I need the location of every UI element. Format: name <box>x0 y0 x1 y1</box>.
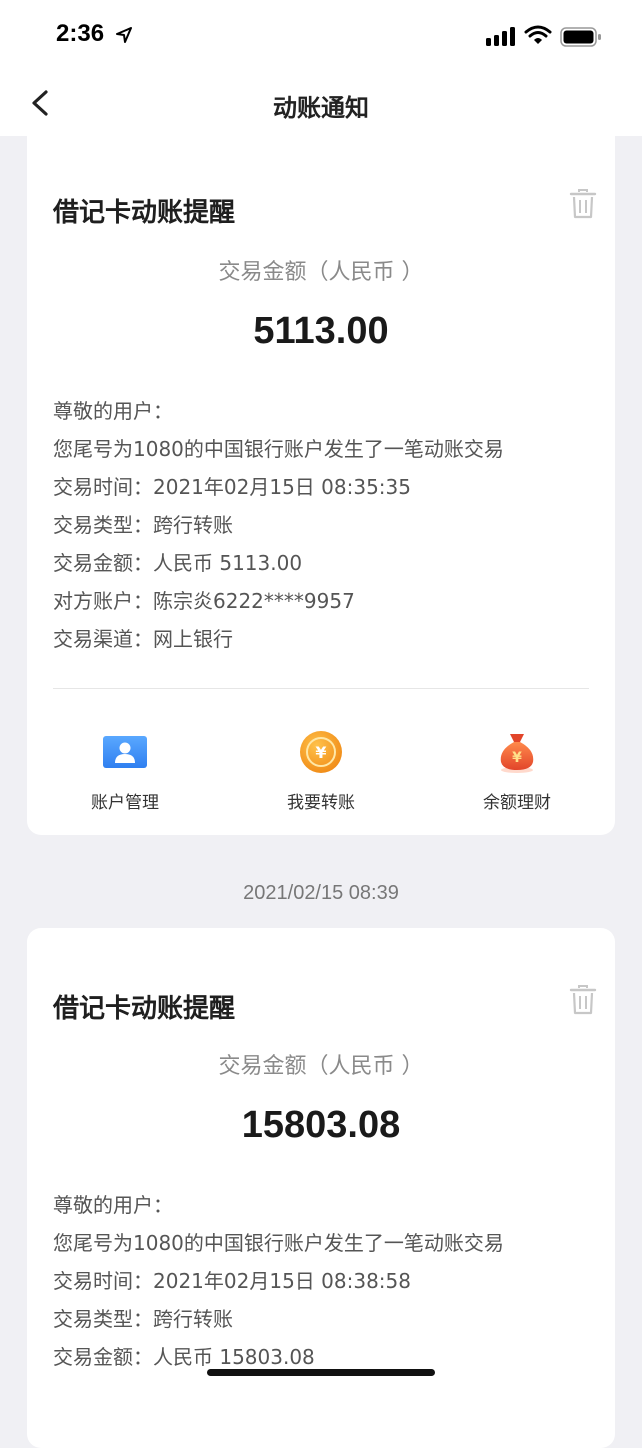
channel-line: 交易渠道：网上银行 <box>53 627 233 651</box>
transaction-time-line: 交易时间：2021年02月15日 08:38:58 <box>53 1269 411 1293</box>
action-label: 账户管理 <box>91 793 159 813</box>
amount-label: 交易金额（人民币 ） <box>218 260 424 285</box>
balance-wealth-button[interactable]: ¥ 余额理财 <box>419 720 615 820</box>
transaction-type-line: 交易类型：跨行转账 <box>53 1307 233 1331</box>
account-management-button[interactable]: 账户管理 <box>27 720 223 820</box>
transfer-coin-icon: ¥ <box>300 731 342 773</box>
transaction-time-line: 交易时间：2021年02月15日 08:35:35 <box>53 475 411 499</box>
account-notice-line: 您尾号为1080的中国银行账户发生了一笔动账交易 <box>53 437 504 461</box>
card-title: 借记卡动账提醒 <box>53 198 236 228</box>
battery-icon <box>560 27 601 47</box>
action-label: 我要转账 <box>287 793 355 813</box>
svg-text:¥: ¥ <box>512 750 522 766</box>
divider <box>53 688 589 689</box>
trash-icon[interactable] <box>569 984 597 1016</box>
nav-bar: 动账通知 <box>0 70 642 136</box>
action-label: 余额理财 <box>483 793 551 813</box>
amount-value: 15803.08 <box>241 1104 401 1146</box>
page-title: 动账通知 <box>273 94 369 122</box>
amount-value: 5113.00 <box>253 310 389 352</box>
amount-label: 交易金额（人民币 ） <box>218 1054 424 1079</box>
cellular-signal-icon <box>486 27 515 46</box>
wifi-icon <box>524 25 552 44</box>
detail-lines: 尊敬的用户： 您尾号为1080的中国银行账户发生了一笔动账交易 交易时间：202… <box>53 1186 603 1376</box>
quick-actions: 账户管理 ¥ 我要转账 ¥ 余额理财 <box>27 720 615 820</box>
detail-lines: 尊敬的用户： 您尾号为1080的中国银行账户发生了一笔动账交易 交易时间：202… <box>53 392 603 658</box>
status-bar: 2:36 <box>0 0 642 70</box>
trash-icon[interactable] <box>569 188 597 220</box>
card-title: 借记卡动账提醒 <box>53 994 236 1024</box>
greeting-line: 尊敬的用户： <box>53 399 173 423</box>
transaction-type-line: 交易类型：跨行转账 <box>53 513 233 537</box>
counterparty-line: 对方账户：陈宗炎6222****9957 <box>53 589 355 613</box>
status-time: 2:36 <box>56 20 105 47</box>
home-indicator <box>207 1369 435 1376</box>
greeting-line: 尊敬的用户： <box>53 1193 173 1217</box>
transaction-amount-line: 交易金额：人民币 5113.00 <box>53 551 303 575</box>
account-notice-line: 您尾号为1080的中国银行账户发生了一笔动账交易 <box>53 1231 504 1255</box>
transfer-button[interactable]: ¥ 我要转账 <box>223 720 419 820</box>
message-timestamp: 2021/02/15 08:39 <box>243 882 399 904</box>
svg-text:¥: ¥ <box>315 743 326 762</box>
account-icon <box>103 736 147 768</box>
notification-card: 借记卡动账提醒 交易金额（人民币 ） 5113.00 尊敬的用户： 您尾号为10… <box>27 120 615 835</box>
money-bag-icon: ¥ <box>500 734 534 773</box>
location-arrow-icon <box>116 27 132 43</box>
